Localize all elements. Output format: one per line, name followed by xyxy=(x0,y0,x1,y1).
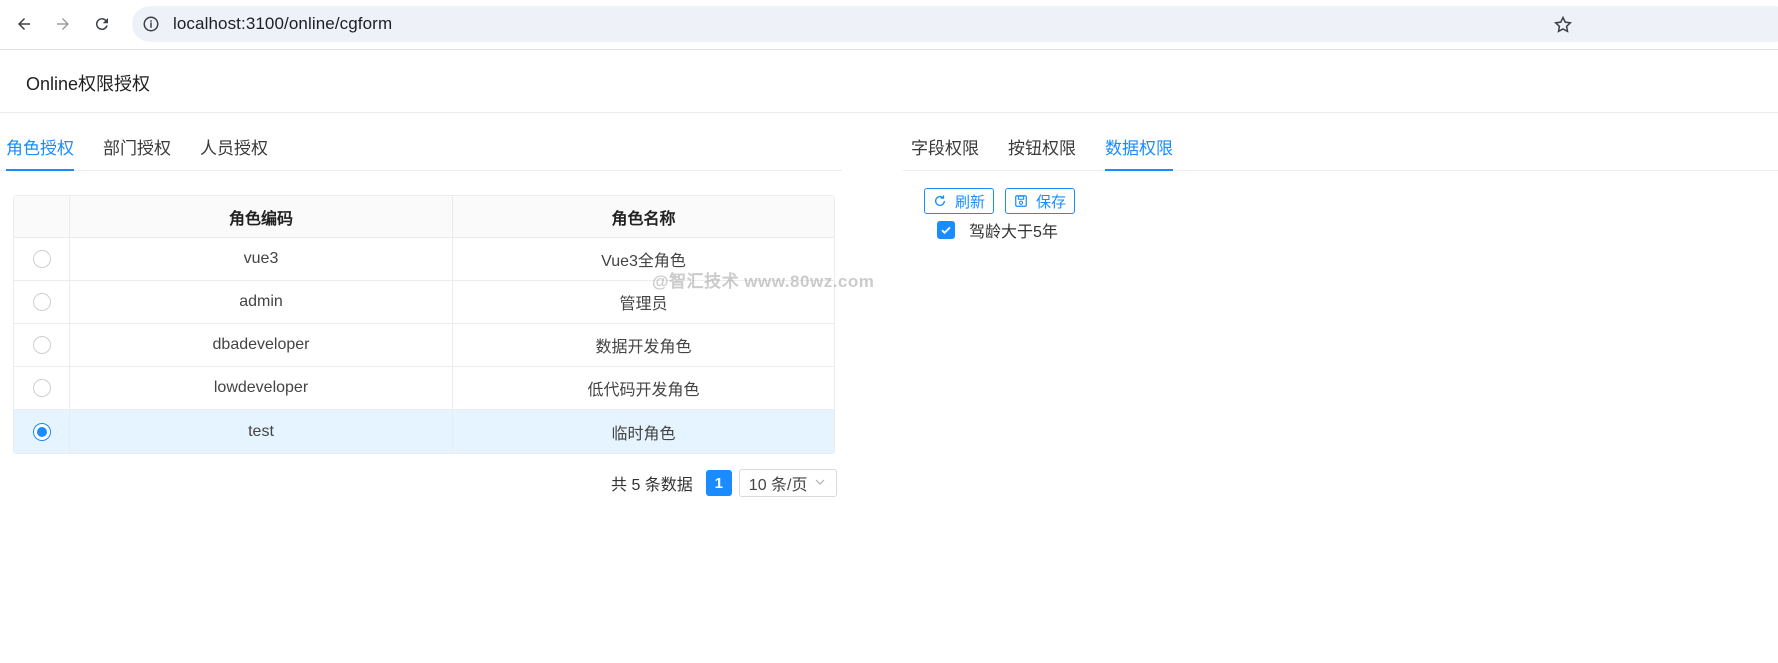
forward-icon xyxy=(57,18,69,30)
role-name-cell: 临时角色 xyxy=(611,425,676,443)
forward-button[interactable] xyxy=(48,9,78,39)
pagination: 共 5 条数据 1 10 条/页 xyxy=(611,469,837,497)
tab-data-permission[interactable]: 数据权限 xyxy=(1105,134,1173,171)
tab-dept-auth[interactable]: 部门授权 xyxy=(103,134,171,171)
refresh-label: 刷新 xyxy=(955,193,986,211)
permission-type-tabs: 字段权限 按钮权限 数据权限 xyxy=(903,130,1778,171)
role-table: 角色编码 角色名称 vue3 Vue3全角色 admin 管理员 dbadeve… xyxy=(13,195,835,454)
page-number-current[interactable]: 1 xyxy=(705,470,732,496)
save-label: 保存 xyxy=(1036,193,1067,211)
role-code-cell: test xyxy=(70,410,453,453)
browser-toolbar: localhost:3100/online/cgform xyxy=(0,0,1778,50)
page-size-value: 10 条/页 xyxy=(748,477,808,494)
table-row[interactable]: dbadeveloper 数据开发角色 xyxy=(14,324,834,367)
role-code-cell: vue3 xyxy=(70,238,453,280)
save-icon xyxy=(1015,195,1027,207)
role-code-cell: lowdeveloper xyxy=(70,367,453,409)
refresh-button[interactable]: 刷新 xyxy=(924,188,995,214)
role-code-cell: admin xyxy=(70,281,453,323)
table-row-selected[interactable]: test 临时角色 xyxy=(14,410,834,453)
column-header-role-name: 角色名称 xyxy=(611,210,676,228)
data-rule-item[interactable]: 驾龄大于5年 xyxy=(937,218,1058,242)
refresh-icon xyxy=(934,195,946,206)
save-button[interactable]: 保存 xyxy=(1005,188,1076,214)
rule-checkbox-checked[interactable] xyxy=(937,221,955,239)
tab-field-permission[interactable]: 字段权限 xyxy=(911,134,979,171)
table-row[interactable]: lowdeveloper 低代码开发角色 xyxy=(14,367,834,410)
tab-button-permission[interactable]: 按钮权限 xyxy=(1008,134,1076,171)
check-icon xyxy=(941,226,951,235)
rule-label: 驾龄大于5年 xyxy=(969,224,1058,241)
header-select-cell xyxy=(14,196,70,237)
page-title: Online权限授权 xyxy=(26,74,151,94)
role-code-cell: dbadeveloper xyxy=(70,324,453,366)
tab-user-auth[interactable]: 人员授权 xyxy=(200,134,268,171)
header-divider xyxy=(0,112,1778,113)
site-info-icon[interactable] xyxy=(142,15,160,33)
auth-type-tabs: 角色授权 部门授权 人员授权 xyxy=(0,130,842,171)
url-text: localhost:3100/online/cgform xyxy=(173,14,393,33)
column-header-role-code: 角色编码 xyxy=(70,196,453,237)
back-button[interactable] xyxy=(9,9,39,39)
role-name-cell: 低代码开发角色 xyxy=(587,382,700,399)
watermark-text: @智汇技术 www.80wz.com xyxy=(652,272,875,291)
reload-icon xyxy=(95,18,108,31)
row-radio[interactable] xyxy=(32,379,51,397)
row-radio-checked[interactable] xyxy=(32,422,51,441)
bookmark-star-icon[interactable] xyxy=(1553,15,1573,35)
row-radio[interactable] xyxy=(32,250,51,268)
reload-button[interactable] xyxy=(87,9,117,39)
row-radio[interactable] xyxy=(32,293,51,311)
page-size-select[interactable]: 10 条/页 xyxy=(738,469,837,497)
total-count: 共 5 条数据 xyxy=(611,477,693,494)
chevron-down-icon xyxy=(815,479,825,485)
address-bar[interactable]: localhost:3100/online/cgform xyxy=(132,6,1778,42)
role-name-cell: 数据开发角色 xyxy=(595,339,692,356)
tab-role-auth[interactable]: 角色授权 xyxy=(6,134,74,171)
table-header: 角色编码 角色名称 xyxy=(14,196,834,238)
row-radio[interactable] xyxy=(32,336,51,354)
back-icon xyxy=(18,18,30,30)
